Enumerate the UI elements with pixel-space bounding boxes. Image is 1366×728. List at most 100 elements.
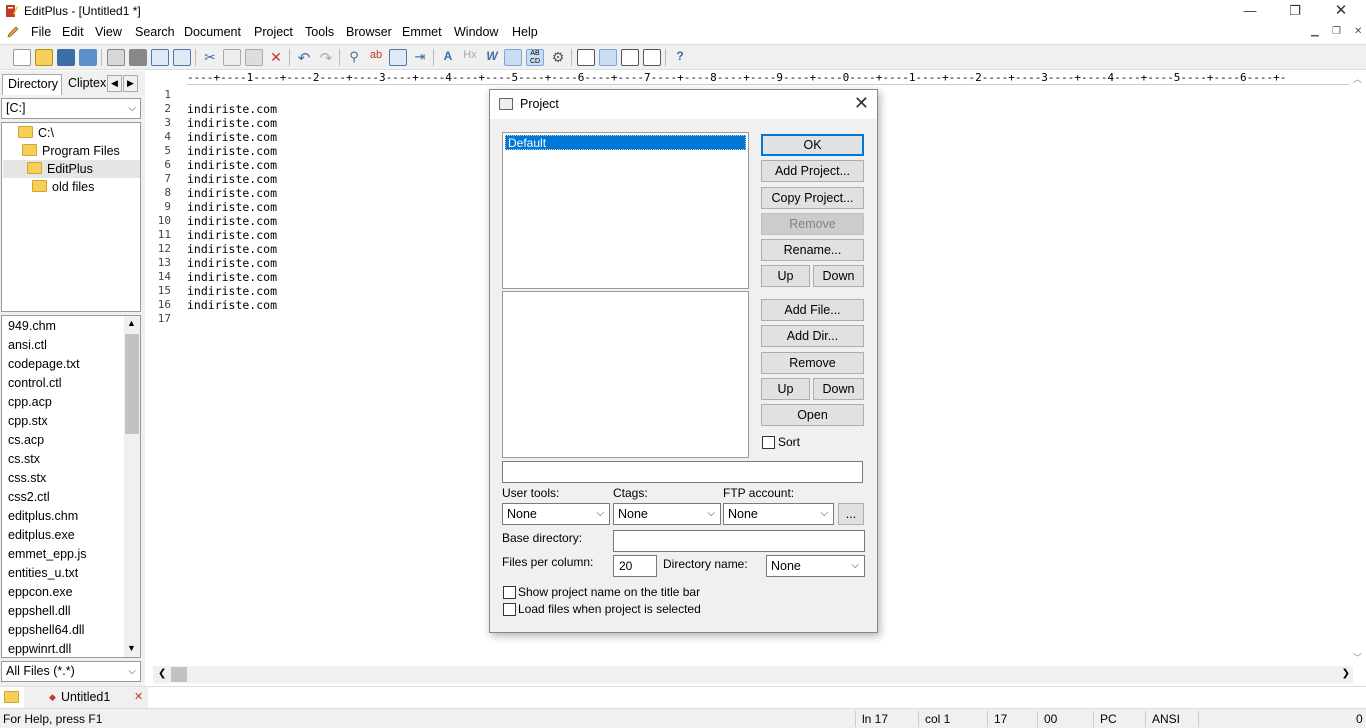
- tree-item-c-drive[interactable]: C:\: [18, 124, 54, 142]
- user-tools-select[interactable]: None ⌵: [502, 503, 610, 525]
- base-directory-field[interactable]: [613, 530, 865, 552]
- new-file-icon[interactable]: [13, 49, 31, 66]
- menu-emmet[interactable]: Emmet: [402, 25, 442, 39]
- status-file-format[interactable]: PC: [1100, 712, 1117, 726]
- project-path-field[interactable]: [502, 461, 863, 483]
- mdi-minimize-icon[interactable]: ▁: [1311, 26, 1319, 37]
- find-icon[interactable]: ⚲: [345, 49, 363, 66]
- list-item[interactable]: entities_u.txt: [8, 564, 78, 583]
- context-help-icon[interactable]: ?: [671, 49, 689, 66]
- browser-view-icon[interactable]: [173, 49, 191, 66]
- hex-icon[interactable]: Hx: [461, 49, 479, 66]
- ftp-more-button[interactable]: ...: [838, 503, 864, 525]
- code-line[interactable]: indiriste.com: [187, 228, 277, 242]
- restore-button[interactable]: ❐: [1272, 0, 1318, 22]
- menu-view[interactable]: View: [95, 25, 122, 39]
- code-line[interactable]: indiriste.com: [187, 102, 277, 116]
- full-screen-icon[interactable]: [643, 49, 661, 66]
- goto-icon[interactable]: ⇥: [411, 49, 429, 66]
- add-file-button[interactable]: Add File...: [761, 299, 864, 321]
- code-line[interactable]: indiriste.com: [187, 116, 277, 130]
- load-files-checkbox[interactable]: [503, 603, 516, 616]
- file-filter-select[interactable]: All Files (*.*) ⌵: [1, 661, 141, 682]
- line-number-icon[interactable]: [504, 49, 522, 66]
- tab-scroll-left-icon[interactable]: ◀: [107, 75, 122, 92]
- list-item[interactable]: editplus.chm: [8, 507, 78, 526]
- status-encoding[interactable]: ANSI: [1152, 712, 1180, 726]
- output-window-icon[interactable]: [621, 49, 639, 66]
- list-item[interactable]: editplus.exe: [8, 526, 75, 545]
- remove-file-button[interactable]: Remove: [761, 352, 864, 374]
- document-tab[interactable]: ◆ Untitled1 ✕: [24, 687, 148, 708]
- project-down-button[interactable]: Down: [813, 265, 864, 287]
- minimize-button[interactable]: —: [1227, 0, 1273, 22]
- preferences-gear-icon[interactable]: ⚙: [549, 49, 567, 66]
- sort-checkbox[interactable]: [762, 436, 775, 449]
- ctags-select[interactable]: None ⌵: [613, 503, 721, 525]
- tab-cliptext[interactable]: Cliptex: [63, 74, 107, 95]
- menu-document[interactable]: Document: [184, 25, 241, 39]
- open-button[interactable]: Open: [761, 404, 864, 426]
- code-line[interactable]: indiriste.com: [187, 270, 277, 284]
- directory-name-select[interactable]: None ⌵: [766, 555, 865, 577]
- menu-help[interactable]: Help: [512, 25, 538, 39]
- list-item[interactable]: css.stx: [8, 469, 46, 488]
- delete-icon[interactable]: ✕: [267, 49, 285, 66]
- list-item[interactable]: codepage.txt: [8, 355, 80, 374]
- ok-button[interactable]: OK: [761, 134, 864, 156]
- list-item[interactable]: css2.ctl: [8, 488, 50, 507]
- show-project-name-checkbox[interactable]: [503, 586, 516, 599]
- vertical-scrollbar[interactable]: ︿ ﹀: [1349, 71, 1366, 666]
- menu-search[interactable]: Search: [135, 25, 175, 39]
- menu-edit[interactable]: Edit: [62, 25, 84, 39]
- redo-icon[interactable]: ↷: [317, 49, 335, 67]
- ruler-icon[interactable]: AB CD: [526, 49, 544, 66]
- scroll-down-icon[interactable]: ﹀: [1353, 651, 1362, 664]
- menu-browser[interactable]: Browser: [346, 25, 392, 39]
- add-project-button[interactable]: Add Project...: [761, 160, 864, 182]
- menu-file[interactable]: File: [31, 25, 51, 39]
- list-item[interactable]: emmet_epp.js: [8, 545, 87, 564]
- close-tab-icon[interactable]: ✕: [134, 687, 143, 707]
- open-file-icon[interactable]: [35, 49, 53, 66]
- code-line[interactable]: indiriste.com: [187, 144, 277, 158]
- toggle-cliptext-icon[interactable]: [577, 49, 595, 66]
- scroll-down-icon[interactable]: ▼: [127, 643, 136, 653]
- project-up-button[interactable]: Up: [761, 265, 810, 287]
- list-item[interactable]: eppwinrt.dll: [8, 640, 71, 657]
- list-item[interactable]: control.ctl: [8, 374, 62, 393]
- find-in-files-icon[interactable]: [389, 49, 407, 66]
- font-icon[interactable]: A: [439, 49, 457, 66]
- drive-select[interactable]: [C:] ⌵: [1, 98, 141, 119]
- remove-project-button[interactable]: Remove: [761, 213, 864, 235]
- tab-scroll-right-icon[interactable]: ▶: [123, 75, 138, 92]
- code-line[interactable]: indiriste.com: [187, 200, 277, 214]
- code-line[interactable]: indiriste.com: [187, 158, 277, 172]
- tab-directory[interactable]: Directory: [2, 74, 62, 95]
- scroll-left-icon[interactable]: ❮: [158, 668, 166, 679]
- project-list-item[interactable]: Default: [505, 135, 746, 150]
- dialog-close-icon[interactable]: ✕: [854, 93, 869, 114]
- add-dir-button[interactable]: Add Dir...: [761, 325, 864, 347]
- close-button[interactable]: ✕: [1318, 0, 1364, 22]
- copy-project-button[interactable]: Copy Project...: [761, 187, 864, 209]
- scrollbar-thumb[interactable]: [125, 334, 139, 434]
- copy-icon[interactable]: [223, 49, 241, 66]
- code-line[interactable]: indiriste.com: [187, 256, 277, 270]
- scrollbar-thumb[interactable]: [171, 667, 187, 682]
- menu-tools[interactable]: Tools: [305, 25, 334, 39]
- list-item[interactable]: 949.chm: [8, 317, 56, 336]
- list-item[interactable]: cs.stx: [8, 450, 40, 469]
- list-item[interactable]: eppshell.dll: [8, 602, 71, 621]
- code-line[interactable]: indiriste.com: [187, 298, 277, 312]
- file-up-button[interactable]: Up: [761, 378, 810, 400]
- mdi-restore-icon[interactable]: ❐: [1332, 26, 1341, 37]
- ftp-account-select[interactable]: None ⌵: [723, 503, 834, 525]
- list-item[interactable]: cs.acp: [8, 431, 44, 450]
- code-line[interactable]: indiriste.com: [187, 242, 277, 256]
- toggle-directory-icon[interactable]: [599, 49, 617, 66]
- tree-item-program-files[interactable]: Program Files: [22, 142, 120, 160]
- scroll-up-icon[interactable]: ︿: [1353, 72, 1362, 85]
- project-list[interactable]: Default: [502, 132, 749, 289]
- cut-icon[interactable]: ✂: [201, 49, 219, 66]
